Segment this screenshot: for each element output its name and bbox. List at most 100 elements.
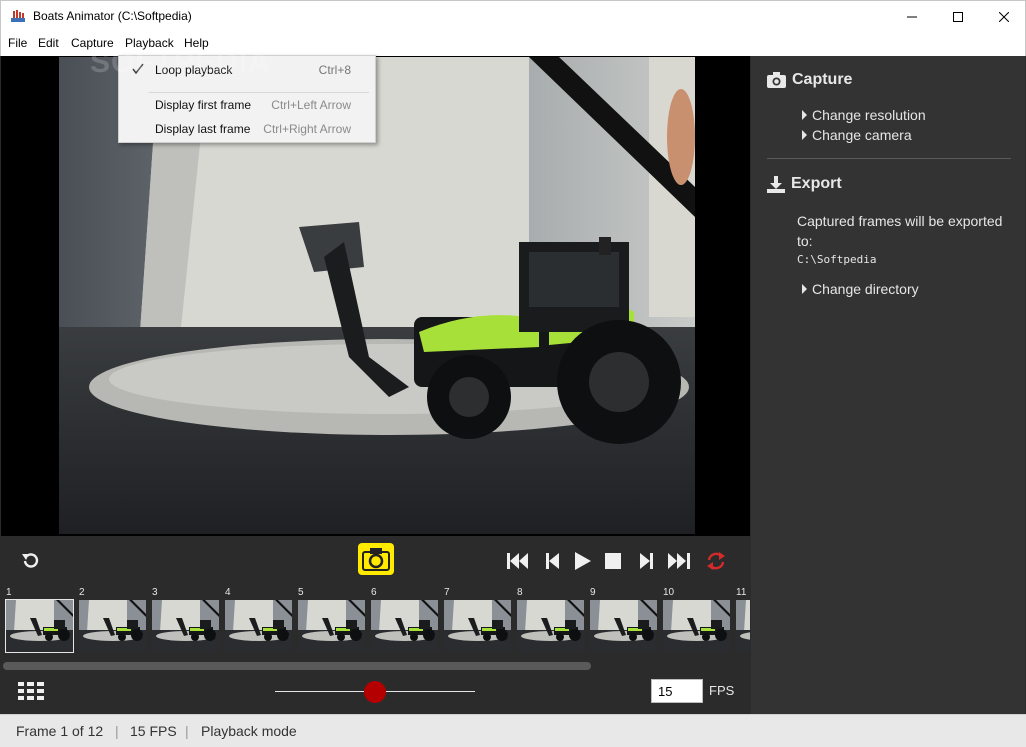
timeline-frame[interactable]: 5 (295, 586, 365, 656)
change-resolution-label: Change resolution (812, 107, 926, 123)
status-separator: | (115, 723, 119, 739)
frame-number: 4 (225, 587, 231, 598)
timeline-frame[interactable]: 2 (76, 586, 146, 656)
frame-number: 11 (736, 587, 747, 598)
menu-item-shortcut: Ctrl+Left Arrow (271, 98, 351, 112)
capture-frame-button[interactable] (358, 543, 394, 575)
loop-icon (707, 552, 725, 570)
step-back-icon (545, 553, 559, 569)
frame-number: 7 (444, 587, 450, 598)
export-heading-text: Export (791, 175, 842, 192)
play-icon (575, 552, 591, 570)
watermark: SOFTPEDIA (90, 46, 271, 79)
loop-toggle-button[interactable] (705, 549, 727, 573)
status-separator: | (185, 723, 189, 739)
fps-input[interactable]: 15 (651, 679, 703, 703)
change-camera-label: Change camera (812, 127, 912, 143)
undo-icon (22, 553, 39, 568)
app-window: Boats Animator (C:\Softpedia) File Edit … (0, 0, 1026, 747)
title-bar: Boats Animator (C:\Softpedia) (0, 0, 1026, 32)
download-icon (767, 175, 785, 193)
change-directory-link[interactable]: Change directory (802, 281, 919, 297)
frame-thumbnail (663, 600, 730, 652)
skip-to-start-icon (507, 553, 528, 569)
timeline-frame[interactable]: 7 (441, 586, 511, 656)
minimize-icon (907, 16, 917, 17)
frame-thumbnail (298, 600, 365, 652)
frame-number: 9 (590, 587, 596, 598)
slider-thumb[interactable] (364, 681, 386, 703)
speed-slider[interactable] (275, 678, 477, 706)
frame-thumbnail (590, 600, 657, 652)
caret-right-icon (802, 130, 807, 140)
change-directory-label: Change directory (812, 281, 919, 297)
menu-item-display-last-frame[interactable]: Display last frame Ctrl+Right Arrow (119, 118, 375, 140)
play-button[interactable] (574, 549, 592, 573)
frame-number: 2 (79, 587, 85, 598)
timeline-frame[interactable]: 4 (222, 586, 292, 656)
timeline-frame[interactable]: 3 (149, 586, 219, 656)
timeline-frame[interactable]: 9 (587, 586, 657, 656)
frame-number: 6 (371, 587, 377, 598)
frame-thumbnail (736, 600, 750, 652)
menu-edit[interactable]: Edit (38, 36, 59, 50)
status-fps: 15 FPS (130, 723, 177, 739)
frame-thumbnail (225, 600, 292, 652)
previous-frame-button[interactable] (544, 549, 560, 573)
menu-separator (149, 92, 369, 93)
frame-timeline: 1 2 3 4 5 6 7 8 9 10 11 (1, 586, 750, 670)
minimize-button[interactable] (889, 1, 935, 32)
menu-item-label: Display last frame (155, 122, 251, 136)
menu-item-display-first-frame[interactable]: Display first frame Ctrl+Left Arrow (119, 94, 375, 116)
grid-view-button[interactable] (17, 680, 45, 702)
close-button[interactable] (981, 1, 1026, 32)
frame-number: 3 (152, 587, 158, 598)
timeline-frame[interactable]: 6 (368, 586, 438, 656)
maximize-button[interactable] (935, 1, 981, 32)
side-panel: Capture Change resolution Change camera … (751, 56, 1025, 714)
undo-button[interactable] (19, 549, 43, 573)
skip-to-end-icon (668, 553, 690, 569)
camera-capture-icon (362, 548, 390, 571)
capture-heading-text: Capture (792, 71, 853, 88)
frame-number: 1 (6, 587, 12, 598)
export-description: Captured frames will be exported to: (797, 213, 1003, 249)
maximize-icon (953, 11, 963, 22)
menu-file[interactable]: File (8, 36, 27, 50)
change-camera-link[interactable]: Change camera (802, 127, 912, 143)
playback-controls (1, 536, 750, 586)
timeline-frame[interactable]: 11 (733, 586, 750, 656)
frame-thumbnail (152, 600, 219, 652)
scrollbar-thumb[interactable] (3, 662, 591, 670)
export-path: C:\Softpedia (797, 253, 877, 266)
caret-right-icon (802, 110, 807, 120)
stop-icon (605, 553, 621, 569)
timeline-frame[interactable]: 10 (660, 586, 730, 656)
step-forward-icon (639, 553, 653, 569)
camera-icon (767, 72, 786, 88)
change-resolution-link[interactable]: Change resolution (802, 107, 926, 123)
first-frame-button[interactable] (507, 549, 529, 573)
menu-item-shortcut: Ctrl+8 (318, 63, 351, 77)
frame-thumbnail (444, 600, 511, 652)
app-icon (11, 10, 25, 22)
timeline-frame[interactable]: 1 (3, 586, 74, 656)
menu-item-shortcut: Ctrl+Right Arrow (263, 122, 351, 136)
frame-number: 10 (663, 587, 675, 598)
timeline-scrollbar[interactable] (1, 660, 750, 672)
window-title: Boats Animator (C:\Softpedia) (33, 9, 192, 23)
status-frame: Frame 1 of 12 (16, 723, 104, 739)
frame-thumbnail (79, 600, 146, 652)
next-frame-button[interactable] (638, 549, 654, 573)
stop-button[interactable] (604, 549, 622, 573)
menu-item-label: Display first frame (155, 98, 252, 112)
frame-number: 5 (298, 587, 304, 598)
timeline-frame[interactable]: 8 (514, 586, 584, 656)
frame-thumbnail (371, 600, 438, 652)
status-bar: Frame 1 of 12 | 15 FPS | Playback mode (0, 714, 1026, 747)
capture-section-heading: Capture (767, 71, 852, 89)
caret-right-icon (802, 284, 807, 294)
frame-thumbnail (5, 599, 74, 653)
fps-label: FPS (709, 683, 735, 698)
last-frame-button[interactable] (668, 549, 690, 573)
